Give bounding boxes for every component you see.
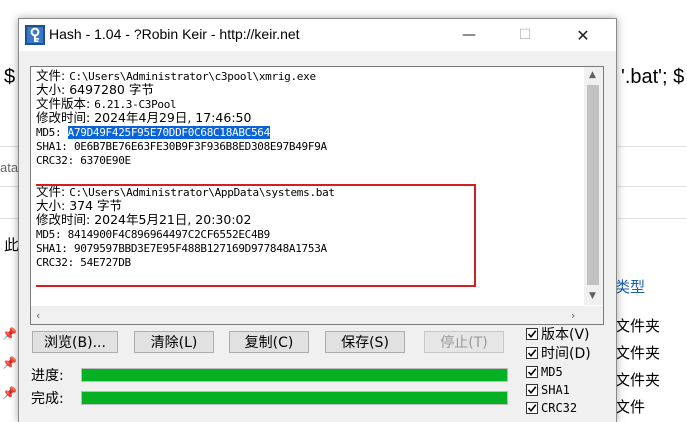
horizontal-scrollbar[interactable]: ‹ › bbox=[31, 306, 603, 324]
progress-label: 进度: bbox=[31, 368, 64, 384]
checkbox-icon[interactable] bbox=[526, 384, 538, 396]
pin-icon: 📌 bbox=[2, 356, 17, 370]
explorer-item-type: 文件 bbox=[615, 398, 646, 416]
checkbox-icon[interactable] bbox=[526, 402, 538, 414]
explorer-item-type: 文件夹 bbox=[615, 317, 661, 335]
checkbox-icon[interactable] bbox=[526, 347, 538, 359]
pin-icon: 📌 bbox=[2, 327, 17, 341]
results-content: 文件: C:\Users\Administrator\c3pool\xmrig.… bbox=[36, 69, 581, 305]
window-title: Hash - 1.04 - ?Robin Keir - http://keir.… bbox=[49, 26, 300, 42]
pin-icon: 📌 bbox=[2, 386, 17, 400]
background-ci: 此 bbox=[4, 237, 20, 254]
checkbox-icon[interactable] bbox=[526, 328, 538, 340]
close-button[interactable]: ✕ bbox=[560, 19, 606, 51]
result-version-line: 文件版本: 6.21.3-C3Pool bbox=[36, 96, 177, 112]
complete-label: 完成: bbox=[31, 391, 64, 407]
checkbox-icon[interactable] bbox=[526, 366, 538, 378]
result-md5-line: MD5: A79D49F425F95E70DDF0C68C18ABC564 bbox=[36, 126, 270, 139]
explorer-item-type: 文件夹 bbox=[615, 344, 661, 362]
background-divider bbox=[611, 186, 687, 187]
background-divider bbox=[611, 218, 687, 219]
vertical-scroll-thumb[interactable] bbox=[587, 85, 599, 285]
progress-bar bbox=[81, 368, 508, 382]
complete-bar-fill bbox=[82, 392, 507, 404]
background-divider bbox=[0, 218, 18, 219]
scroll-down-icon[interactable]: ▼ bbox=[589, 291, 596, 301]
vertical-scrollbar[interactable]: ▲ ▼ bbox=[584, 67, 603, 305]
explorer-item-type: 文件夹 bbox=[615, 371, 661, 389]
annotation-highlight-box bbox=[36, 184, 476, 287]
background-divider bbox=[611, 146, 687, 147]
result-crc32-line: CRC32: 6370E90E bbox=[36, 154, 131, 167]
result-sha1-line: SHA1: 0E6B7BE76E63FE30B9F3F936B8ED308E97… bbox=[36, 140, 327, 153]
app-icon bbox=[25, 25, 45, 45]
save-button[interactable]: 保存(S) bbox=[325, 331, 405, 353]
md5-selected-value[interactable]: A79D49F425F95E70DDF0C68C18ABC564 bbox=[67, 126, 270, 139]
option-sha1[interactable]: SHA1 bbox=[526, 381, 570, 399]
clear-button[interactable]: 清除(L) bbox=[134, 331, 214, 353]
copy-button[interactable]: 复制(C) bbox=[229, 331, 309, 353]
maximize-button[interactable]: ☐ bbox=[502, 19, 548, 51]
explorer-column-type[interactable]: 类型 bbox=[615, 276, 645, 297]
background-ata: ata bbox=[0, 160, 19, 175]
option-time[interactable]: 时间(D) bbox=[526, 344, 591, 362]
result-separator bbox=[36, 167, 581, 185]
file-mtime: 2024年4月29日, 17:46:50 bbox=[94, 110, 252, 125]
result-file-line: 文件: C:\Users\Administrator\c3pool\xmrig.… bbox=[36, 69, 316, 83]
complete-bar bbox=[81, 391, 508, 405]
result-mtime-line: 修改时间: 2024年4月29日, 17:46:50 bbox=[36, 110, 252, 125]
scroll-up-icon[interactable]: ▲ bbox=[589, 70, 596, 80]
background-divider bbox=[0, 186, 18, 187]
results-text-area[interactable]: 文件: C:\Users\Administrator\c3pool\xmrig.… bbox=[30, 66, 604, 325]
hash-window: Hash - 1.04 - ?Robin Keir - http://keir.… bbox=[18, 18, 617, 422]
background-divider bbox=[0, 146, 18, 147]
stop-button[interactable]: 停止(T) bbox=[424, 331, 504, 353]
background-dollar: $ bbox=[4, 66, 16, 88]
option-crc32[interactable]: CRC32 bbox=[526, 399, 577, 417]
title-bar[interactable]: Hash - 1.04 - ?Robin Keir - http://keir.… bbox=[19, 19, 616, 51]
file-size: 6497280 字节 bbox=[69, 82, 154, 97]
result-size-line: 大小: 6497280 字节 bbox=[36, 82, 154, 97]
background-bat-fragment: '.bat'; $ bbox=[621, 66, 685, 88]
option-version[interactable]: 版本(V) bbox=[526, 325, 590, 343]
crc32-value: 6370E90E bbox=[80, 154, 131, 167]
option-md5[interactable]: MD5 bbox=[526, 363, 563, 381]
browse-button[interactable]: 浏览(B)... bbox=[32, 331, 118, 353]
minimize-button[interactable]: — bbox=[446, 19, 492, 51]
scroll-left-icon[interactable]: ‹ bbox=[36, 309, 40, 322]
progress-bar-fill bbox=[82, 369, 507, 381]
sha1-value: 0E6B7BE76E63FE30B9F3F936B8ED308E97B49F9A bbox=[73, 140, 327, 153]
scroll-right-icon[interactable]: › bbox=[571, 309, 575, 322]
